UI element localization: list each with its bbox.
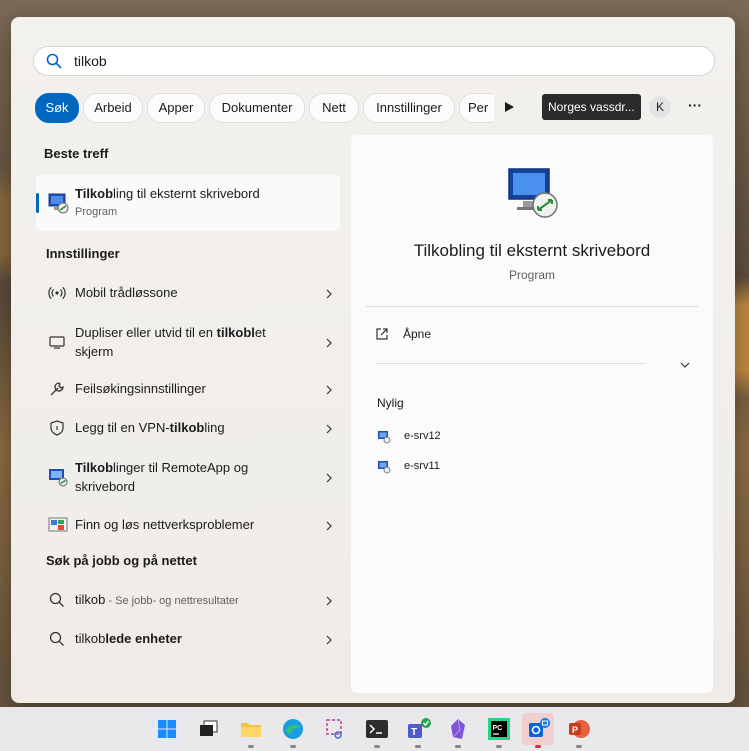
filter-innstillinger[interactable]: Innstillinger [363,93,455,123]
play-icon[interactable] [503,101,515,113]
search-icon [49,592,64,607]
search-icon [49,631,64,646]
remote-desktop-icon [48,193,69,214]
outlook-button[interactable] [522,713,554,748]
wrench-icon [50,382,64,396]
filter-personer[interactable]: Per [459,93,494,123]
start-menu-search-panel: tilkob Søk Arbeid Apper Dokumenter Nett … [11,17,735,703]
svg-text:T: T [411,727,417,738]
windows-logo-icon [158,720,176,738]
setting-label: Finn og løs nettverksproblemer [75,517,255,532]
running-indicator [576,745,582,748]
running-indicator [290,745,296,748]
recent-item[interactable]: e-srv12 [377,428,577,448]
file-explorer-icon [241,723,261,737]
powerpoint-button[interactable]: P [563,713,595,748]
recent-item[interactable]: e-srv11 [377,458,577,478]
chevron-right-icon [326,521,332,531]
remoteapp-icon [49,469,68,487]
chevron-down-icon[interactable] [679,359,691,371]
start-button[interactable] [151,713,183,745]
terminal-icon [366,720,388,738]
open-label: Åpne [403,327,432,341]
preview-title: Tilkobling til eksternt skrivebord [413,241,651,260]
pycharm-icon: PC [488,718,510,740]
setting-label: Mobil trådløssone [75,285,178,300]
running-indicator [535,745,541,748]
best-match-item[interactable]: Tilkobling til eksternt skrivebord Progr… [36,175,340,231]
best-match-title: Tilkobling til eksternt skrivebord [75,186,260,201]
setting-duplicate-display[interactable]: Dupliser eller utvid til en tilkoblet sk… [36,321,340,363]
open-external-icon [376,328,388,340]
preview-panel: Tilkobling til eksternt skrivebord Progr… [351,135,713,693]
org-tooltip[interactable]: Norges vassdr... [542,94,641,120]
obsidian-icon [451,718,465,739]
pycharm-button[interactable]: PC [483,713,515,748]
setting-remoteapp[interactable]: Tilkoblinger til RemoteApp og skrivebord [36,456,340,498]
setting-vpn[interactable]: Legg til en VPN-tilkobling [36,414,340,442]
running-indicator [374,745,380,748]
powerpoint-icon: P [569,720,590,738]
chevron-right-icon [326,385,332,395]
account-avatar[interactable]: K [649,96,671,118]
chevron-right-icon [326,473,332,483]
recent-heading: Nylig [377,396,404,410]
svg-text:P: P [572,725,578,735]
taskbar: T PC P [0,707,749,751]
web-result-tilkoblede-enheter[interactable]: tilkoblede enheter [36,625,340,653]
selection-indicator [36,193,39,213]
edge-icon [283,719,303,739]
best-match-subtitle: Program [75,206,118,218]
setting-label: Dupliser eller utvid til en tilkoblet sk… [75,325,266,359]
more-options-button[interactable]: ··· [688,97,702,113]
setting-label: Legg til en VPN-tilkobling [75,420,225,435]
chevron-right-icon [326,338,332,348]
divider [366,306,698,307]
divider [375,363,645,364]
running-indicator [496,745,502,748]
running-indicator [415,745,421,748]
remote-desktop-icon [378,431,391,444]
preview-subtitle: Program [508,268,555,282]
chevron-right-icon [326,424,332,434]
recent-item-label: e-srv12 [404,430,441,442]
chevron-right-icon [326,635,332,645]
running-indicator [455,745,461,748]
teams-icon: T [408,718,431,738]
setting-label: Tilkoblinger til RemoteApp og skrivebord [75,460,249,494]
settings-heading: Innstillinger [46,246,120,261]
recent-item-label: e-srv11 [404,460,440,472]
task-view-icon [200,720,218,736]
file-explorer-button[interactable] [235,713,267,748]
setting-network-troubleshoot[interactable]: Finn og løs nettverksproblemer [36,511,340,539]
network-troubleshoot-icon [48,517,68,532]
teams-button[interactable]: T [402,713,434,748]
svg-text:PC: PC [493,725,503,732]
chevron-right-icon [326,596,332,606]
remote-desktop-icon [378,461,391,474]
best-match-heading: Beste treff [44,146,109,161]
web-result-tilkob[interactable]: tilkob - Se jobb- og nettresultater [36,586,340,614]
setting-label: Feilsøkingsinnstillinger [75,381,206,396]
snipping-tool-button[interactable] [319,713,351,745]
shield-icon [50,420,64,436]
terminal-button[interactable] [361,713,393,748]
web-heading: Søk på jobb og på nettet [46,553,197,568]
running-indicator [248,745,254,748]
task-view-button[interactable] [193,713,225,745]
open-action[interactable]: Åpne [375,325,635,347]
chevron-right-icon [326,289,332,299]
outlook-icon [529,718,550,737]
web-result-label: tilkob - Se jobb- og nettresultater [75,592,239,607]
web-result-label: tilkoblede enheter [75,631,182,646]
snipping-tool-icon [326,719,342,739]
results-list: Beste treff Tilkobling til eksternt skri… [11,17,351,703]
setting-mobile-hotspot[interactable]: Mobil trådløssone [36,279,340,307]
hotspot-icon [48,286,66,300]
edge-button[interactable] [277,713,309,748]
display-icon [49,336,65,349]
obsidian-button[interactable] [442,713,474,748]
remote-desktop-icon [508,168,558,218]
setting-troubleshoot[interactable]: Feilsøkingsinnstillinger [36,375,340,403]
